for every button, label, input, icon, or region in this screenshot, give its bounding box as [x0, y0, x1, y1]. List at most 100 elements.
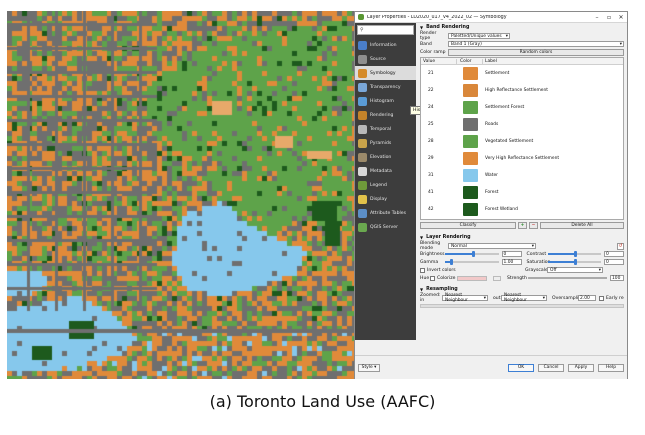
- color-swatch[interactable]: [462, 186, 478, 199]
- strength-slider[interactable]: [528, 277, 607, 279]
- nav-item-qgis-server[interactable]: QGIS Server: [355, 220, 416, 234]
- color-swatch[interactable]: [462, 84, 478, 97]
- color-ramp-button[interactable]: Random colors: [448, 48, 624, 56]
- table-row[interactable]: 22 High Reflectance Settlement: [421, 82, 623, 99]
- blending-mode-select[interactable]: Normal ▾: [448, 242, 536, 250]
- table-row[interactable]: 31 Water: [421, 167, 623, 184]
- column-header-value[interactable]: Value: [421, 58, 457, 64]
- class-color-cell: [457, 152, 483, 165]
- column-header-color[interactable]: Color: [457, 58, 483, 64]
- nav-item-rendering[interactable]: Rendering: [355, 108, 416, 122]
- nav-item-transparency[interactable]: Transparency: [355, 80, 416, 94]
- band-rendering-header[interactable]: ▼ Band Rendering: [417, 23, 627, 32]
- band-select[interactable]: Band 1 (Gray) ▾: [448, 40, 624, 48]
- nav-item-source[interactable]: Source: [355, 52, 416, 66]
- blending-mode-value: Normal: [451, 243, 467, 249]
- palette-table: Value Color Label 21 Settlement 22 High Ref…: [420, 57, 624, 220]
- table-row[interactable]: 25 Roads: [421, 116, 623, 133]
- color-swatch[interactable]: [462, 169, 478, 182]
- add-class-button[interactable]: +: [518, 222, 527, 229]
- horizontal-scrollbar[interactable]: [420, 304, 624, 308]
- reset-icon[interactable]: ↺: [617, 242, 624, 250]
- minimize-icon[interactable]: –: [591, 12, 603, 23]
- colorize-dropdown[interactable]: [493, 275, 501, 281]
- gamma-slider[interactable]: [445, 259, 499, 265]
- zoomed-in-select[interactable]: Nearest Neighbour ▾: [442, 293, 488, 303]
- color-swatch[interactable]: [462, 101, 478, 114]
- nav-item-label: Attribute Tables: [370, 210, 407, 216]
- resampling-title: Resampling: [426, 287, 458, 292]
- nav-item-pyramids[interactable]: Pyramids: [355, 136, 416, 150]
- nav-item-legend[interactable]: Legend: [355, 178, 416, 192]
- color-ramp-label: Color ramp: [420, 49, 446, 55]
- contrast-spinbox[interactable]: 0: [604, 250, 624, 258]
- nav-item-metadata[interactable]: Metadata: [355, 164, 416, 178]
- nav-item-histogram[interactable]: Histogram: [355, 94, 416, 108]
- nav-list: Information Source Symbology Transparency Hi…: [355, 38, 416, 234]
- brightness-slider[interactable]: [445, 251, 499, 257]
- nav-item-temporal[interactable]: Temporal: [355, 122, 416, 136]
- remove-class-button[interactable]: −: [529, 222, 538, 229]
- apply-button[interactable]: Apply: [568, 363, 594, 372]
- layer-rendering-header[interactable]: ▼ Layer Rendering: [417, 233, 627, 242]
- oversampling-spinbox[interactable]: 2.00: [578, 294, 596, 302]
- collapse-triangle-icon: ▼: [420, 287, 424, 292]
- nav-item-label: Legend: [370, 182, 387, 188]
- table-row[interactable]: 43Forest Regenerating after Harvest <20 …: [421, 218, 623, 219]
- nav-item-elevation[interactable]: Elevation: [355, 150, 416, 164]
- zoomed-out-label: out: [493, 295, 501, 301]
- cancel-button[interactable]: Cancel: [538, 363, 564, 372]
- class-label: Settlement Forest: [485, 105, 525, 110]
- classify-button[interactable]: Classify: [420, 222, 516, 229]
- help-button[interactable]: Help: [598, 363, 624, 372]
- table-row[interactable]: 29 Very High Reflectance Settlement: [421, 150, 623, 167]
- nav-search-input[interactable]: ⚲: [357, 25, 414, 35]
- band-value: Band 1 (Gray): [451, 41, 482, 47]
- color-swatch[interactable]: [462, 135, 478, 148]
- gamma-spinbox[interactable]: 1.00: [501, 258, 522, 266]
- display-icon: [358, 194, 367, 204]
- pyramid-icon: [358, 138, 367, 148]
- saturation-slider[interactable]: [547, 259, 601, 265]
- brightness-spinbox[interactable]: 0: [501, 250, 522, 258]
- table-row[interactable]: 41 Forest: [421, 184, 623, 201]
- table-row[interactable]: 28 Vegetated Settlement: [421, 133, 623, 150]
- color-swatch[interactable]: [462, 152, 478, 165]
- nav-item-label: Display: [370, 196, 387, 202]
- ok-button[interactable]: OK: [508, 363, 534, 372]
- nav-item-label: Information: [370, 42, 397, 48]
- style-menu-button[interactable]: Style ▾: [358, 363, 380, 372]
- delete-all-button[interactable]: Delete All: [540, 222, 624, 229]
- nav-item-label: QGIS Server: [370, 224, 398, 230]
- color-swatch[interactable]: [462, 203, 478, 216]
- colorize-color-button[interactable]: [457, 275, 487, 281]
- color-swatch[interactable]: [462, 118, 478, 131]
- saturation-spinbox[interactable]: 0: [604, 258, 624, 266]
- table-row[interactable]: 21 Settlement: [421, 65, 623, 82]
- table-row[interactable]: 24 Settlement Forest: [421, 99, 623, 116]
- color-swatch[interactable]: [462, 67, 478, 80]
- invert-colors-checkbox[interactable]: [420, 267, 425, 273]
- class-color-cell: [457, 203, 483, 216]
- render-type-select[interactable]: Paletted/Unique values ▾: [448, 32, 510, 40]
- grayscale-label: Grayscale: [525, 267, 548, 273]
- close-icon[interactable]: ✕: [615, 12, 627, 23]
- grayscale-select[interactable]: Off ▾: [547, 266, 603, 274]
- nav-item-information[interactable]: Information: [355, 38, 416, 52]
- colorize-checkbox[interactable]: [430, 275, 435, 281]
- class-value: 41: [428, 190, 434, 195]
- maximize-icon[interactable]: ▫: [603, 12, 615, 23]
- early-resampling-checkbox[interactable]: [599, 295, 604, 301]
- nav-item-display[interactable]: Display: [355, 192, 416, 206]
- nav-item-symbology[interactable]: Symbology: [355, 66, 416, 80]
- table-row[interactable]: 42 Forest Wetland: [421, 201, 623, 218]
- hue-label: Hue: [420, 275, 430, 281]
- zoomed-out-select[interactable]: Nearest Neighbour ▾: [501, 293, 547, 303]
- nav-item-attribute-tables[interactable]: Attribute Tables: [355, 206, 416, 220]
- dialog-titlebar[interactable]: Layer Properties - LU2020_u17_v4_2022_02…: [355, 12, 627, 23]
- nav-item-label: Temporal: [370, 126, 392, 132]
- column-header-label[interactable]: Label: [483, 59, 623, 64]
- properties-nav: ⚲ Information Source Symbology Transparency…: [355, 23, 416, 340]
- contrast-slider[interactable]: [547, 251, 601, 257]
- strength-spinbox[interactable]: 100: [610, 274, 624, 282]
